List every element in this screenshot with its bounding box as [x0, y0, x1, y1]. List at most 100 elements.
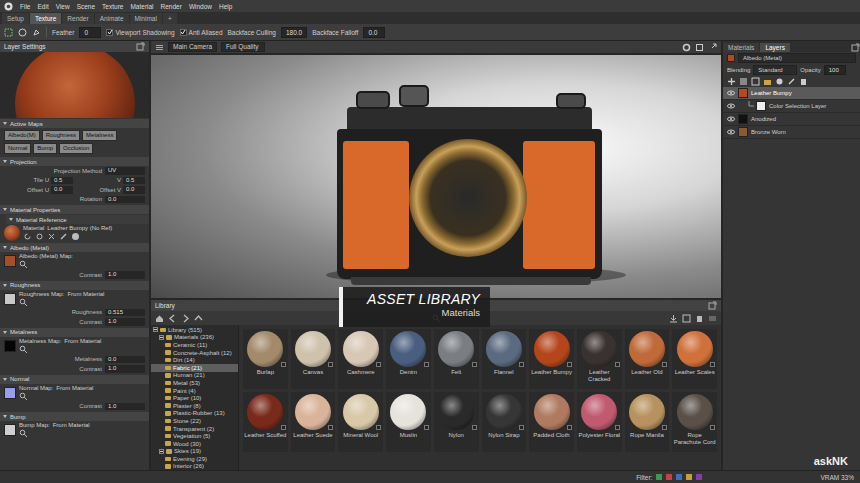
subsection-header[interactable]: Material Reference	[6, 215, 149, 224]
tree-item[interactable]: Plastic-Rubber (13)	[151, 410, 238, 418]
material-checkbox[interactable]	[615, 362, 620, 367]
app-logo-icon[interactable]	[4, 2, 13, 11]
filter-color-swatch[interactable]	[666, 474, 672, 480]
tree-item[interactable]: Concrete-Asphalt (12)	[151, 349, 238, 357]
menu-item[interactable]: Edit	[37, 3, 48, 10]
material-checkbox[interactable]	[328, 362, 333, 367]
collapse-arrow-icon[interactable]	[9, 218, 13, 221]
property-input[interactable]: 1.0	[105, 365, 145, 373]
camera-dropdown[interactable]: Main Camera	[168, 42, 217, 52]
material-tile[interactable]: Rope Parachute Cord	[672, 392, 717, 452]
checkbox[interactable]	[106, 29, 113, 36]
apply-icon[interactable]	[71, 232, 80, 241]
tree-item[interactable]: Wood (30)	[151, 440, 238, 448]
tree-item[interactable]: Materials (236)	[151, 334, 238, 342]
material-checkbox[interactable]	[710, 425, 715, 430]
tree-item[interactable]: Ceramic (11)	[151, 341, 238, 349]
material-tile[interactable]: Leather Cracked	[577, 329, 622, 389]
delete-icon[interactable]	[695, 314, 704, 323]
material-checkbox[interactable]	[662, 362, 667, 367]
popout-icon[interactable]	[708, 301, 717, 310]
tree-item[interactable]: Plaster (8)	[151, 402, 238, 410]
layer-row[interactable]: Anodized	[723, 113, 860, 126]
property-input[interactable]: 0.5	[51, 177, 73, 185]
property-input[interactable]: 0.0	[105, 196, 145, 204]
layer-row[interactable]: Leather Bumpy	[723, 87, 860, 100]
search-icon[interactable]	[19, 298, 28, 307]
material-checkbox[interactable]	[281, 425, 286, 430]
collapse-arrow-icon[interactable]	[3, 284, 7, 287]
material-checkbox[interactable]	[424, 362, 429, 367]
material-tile[interactable]: Nylon	[434, 392, 479, 452]
adjust-icon[interactable]	[787, 77, 796, 86]
material-checkbox[interactable]	[615, 425, 620, 430]
collapse-toggle-icon[interactable]	[159, 335, 164, 340]
property-input[interactable]: 0.0	[51, 186, 73, 194]
filter-color-swatch[interactable]	[686, 474, 692, 480]
collapse-arrow-icon[interactable]	[3, 415, 7, 418]
material-checkbox[interactable]	[567, 425, 572, 430]
blending-dropdown[interactable]: Standard	[753, 65, 797, 75]
section-header[interactable]: Normal	[0, 375, 149, 384]
channel-dropdown[interactable]: Albedo (Metal)	[738, 53, 856, 63]
feather-input[interactable]: 0	[79, 27, 101, 38]
map-swatch[interactable]	[4, 293, 16, 305]
search-icon[interactable]	[19, 429, 28, 438]
opacity-input[interactable]: 100	[824, 65, 846, 75]
property-input[interactable]: 0.5	[123, 177, 145, 185]
edit-icon[interactable]	[59, 232, 68, 241]
import-icon[interactable]	[669, 314, 678, 323]
visibility-toggle[interactable]	[726, 90, 735, 96]
layer-row[interactable]: Bronze Worn	[723, 126, 860, 139]
section-header[interactable]: Roughness	[0, 281, 149, 290]
material-tile[interactable]: Flannel	[482, 329, 527, 389]
popout-icon[interactable]	[136, 42, 145, 51]
material-tile[interactable]: Leather Bumpy	[529, 329, 574, 389]
tree-item[interactable]: Fabric (21)	[151, 364, 238, 372]
material-checkbox[interactable]	[567, 362, 572, 367]
search-icon[interactable]	[19, 392, 28, 401]
workspace-tab[interactable]: Texture	[30, 13, 61, 24]
map-toggle-button[interactable]: Bump	[33, 143, 57, 154]
backface-falloff-input[interactable]: 0.0	[363, 27, 385, 38]
save-icon[interactable]	[682, 314, 691, 323]
property-input[interactable]: 0.0	[105, 356, 145, 364]
material-checkbox[interactable]	[472, 425, 477, 430]
material-checkbox[interactable]	[710, 362, 715, 367]
material-checkbox[interactable]	[519, 362, 524, 367]
material-checkbox[interactable]	[281, 362, 286, 367]
visibility-toggle[interactable]	[726, 103, 735, 109]
collapse-arrow-icon[interactable]	[3, 160, 7, 163]
refresh-icon[interactable]	[23, 232, 32, 241]
collapse-toggle-icon[interactable]	[159, 449, 164, 454]
workspace-tab[interactable]: Minimal	[130, 13, 162, 24]
circle-select-icon[interactable]	[18, 28, 27, 37]
property-input[interactable]: 1.0	[105, 318, 145, 326]
tree-item[interactable]: Metal (53)	[151, 379, 238, 387]
visibility-toggle[interactable]	[726, 129, 735, 135]
lasso-select-icon[interactable]	[32, 28, 41, 37]
back-icon[interactable]	[168, 314, 177, 323]
section-header[interactable]: Metalness	[0, 328, 149, 337]
material-tile[interactable]: Leather Suede	[291, 392, 336, 452]
property-input[interactable]: 0.515	[105, 309, 145, 317]
property-input[interactable]: 0.0	[123, 186, 145, 194]
search-icon[interactable]	[19, 260, 28, 269]
material-checkbox[interactable]	[328, 425, 333, 430]
tree-item[interactable]: Evening (29)	[151, 455, 238, 463]
property-input[interactable]: UV	[105, 167, 145, 175]
filter-color-swatch[interactable]	[676, 474, 682, 480]
menu-item[interactable]: Render	[161, 3, 182, 10]
tree-item[interactable]: Dirt (14)	[151, 356, 238, 364]
menu-item[interactable]: Help	[219, 3, 232, 10]
workspace-tab[interactable]: Render	[62, 13, 93, 24]
popout-icon[interactable]	[851, 43, 860, 52]
settings-icon[interactable]	[682, 43, 691, 52]
section-header[interactable]: Projection	[0, 157, 149, 166]
toolbar-checkbox[interactable]: Viewport Shadowing	[106, 29, 174, 36]
collapse-arrow-icon[interactable]	[3, 246, 7, 249]
collapse-arrow-icon[interactable]	[3, 208, 7, 211]
collapse-arrow-icon[interactable]	[3, 122, 7, 125]
visibility-toggle[interactable]	[726, 116, 735, 122]
effects-icon[interactable]	[775, 77, 784, 86]
